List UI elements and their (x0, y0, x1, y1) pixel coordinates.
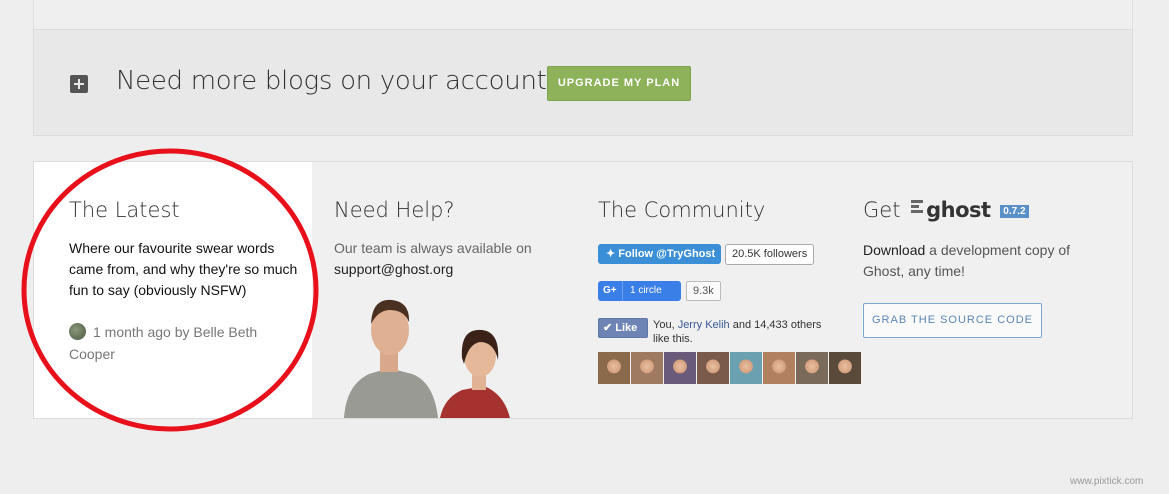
annotation-circle (21, 148, 319, 432)
help-title: Need Help? (334, 198, 455, 222)
grab-source-code-button[interactable]: GRAB THE SOURCE CODE (863, 303, 1042, 338)
facebook-like-text: You, Jerry Kelih and 14,433 others like … (653, 319, 822, 345)
friend-avatar[interactable] (598, 352, 630, 384)
friend-avatar[interactable] (730, 352, 762, 384)
plus-square-icon (70, 75, 88, 93)
facebook-friend-link[interactable]: Jerry Kelih (678, 319, 730, 331)
twitter-follow-button[interactable]: ✦ Follow @TryGhost (598, 244, 721, 264)
download-link[interactable]: Download (863, 242, 925, 258)
friend-avatar[interactable] (829, 352, 861, 384)
community-title: The Community (598, 198, 766, 222)
twitter-bird-icon: ✦ (606, 248, 619, 260)
friend-avatar[interactable] (697, 352, 729, 384)
ghost-download-text: Download a development copy of Ghost, an… (863, 242, 1071, 279)
facebook-like-button[interactable]: ✔ Like (598, 318, 648, 338)
friend-avatar[interactable] (664, 352, 696, 384)
google-plus-button[interactable]: G+ 1 circle (598, 281, 681, 301)
facebook-like-label: Like (615, 322, 638, 334)
facebook-faces (598, 352, 861, 384)
google-plus-count: 9.3k (686, 281, 721, 301)
upgrade-text: Need more blogs on your account? (116, 66, 561, 96)
google-plus-label: 1 circle (630, 285, 662, 296)
twitter-follower-count: 20.5K followers (725, 244, 815, 265)
google-plus-separator (622, 281, 623, 301)
google-plus-icon: G+ (603, 285, 617, 296)
support-email-link[interactable]: support@ghost.org (334, 259, 532, 280)
top-panel (33, 0, 1133, 30)
upgrade-plan-button[interactable]: UPGRADE MY PLAN (547, 66, 691, 101)
help-description: Our team is always available on (334, 240, 532, 256)
team-photo (334, 290, 539, 418)
twitter-follow-label: Follow @TryGhost (618, 248, 716, 260)
friend-avatar[interactable] (631, 352, 663, 384)
ghost-logo: ghost (926, 198, 991, 222)
upgrade-banner: Need more blogs on your account? UPGRADE… (33, 29, 1133, 136)
friend-avatar[interactable] (796, 352, 828, 384)
get-ghost-title: Get ghost 0.7.2 (863, 198, 1029, 222)
thumbs-up-icon: ✔ (603, 322, 616, 334)
version-badge: 0.7.2 (1000, 205, 1029, 218)
friend-avatar[interactable] (763, 352, 795, 384)
watermark: www.pixtick.com (1070, 476, 1144, 487)
ghost-logo-icon (911, 198, 924, 215)
help-text: Our team is always available on support@… (334, 238, 532, 280)
